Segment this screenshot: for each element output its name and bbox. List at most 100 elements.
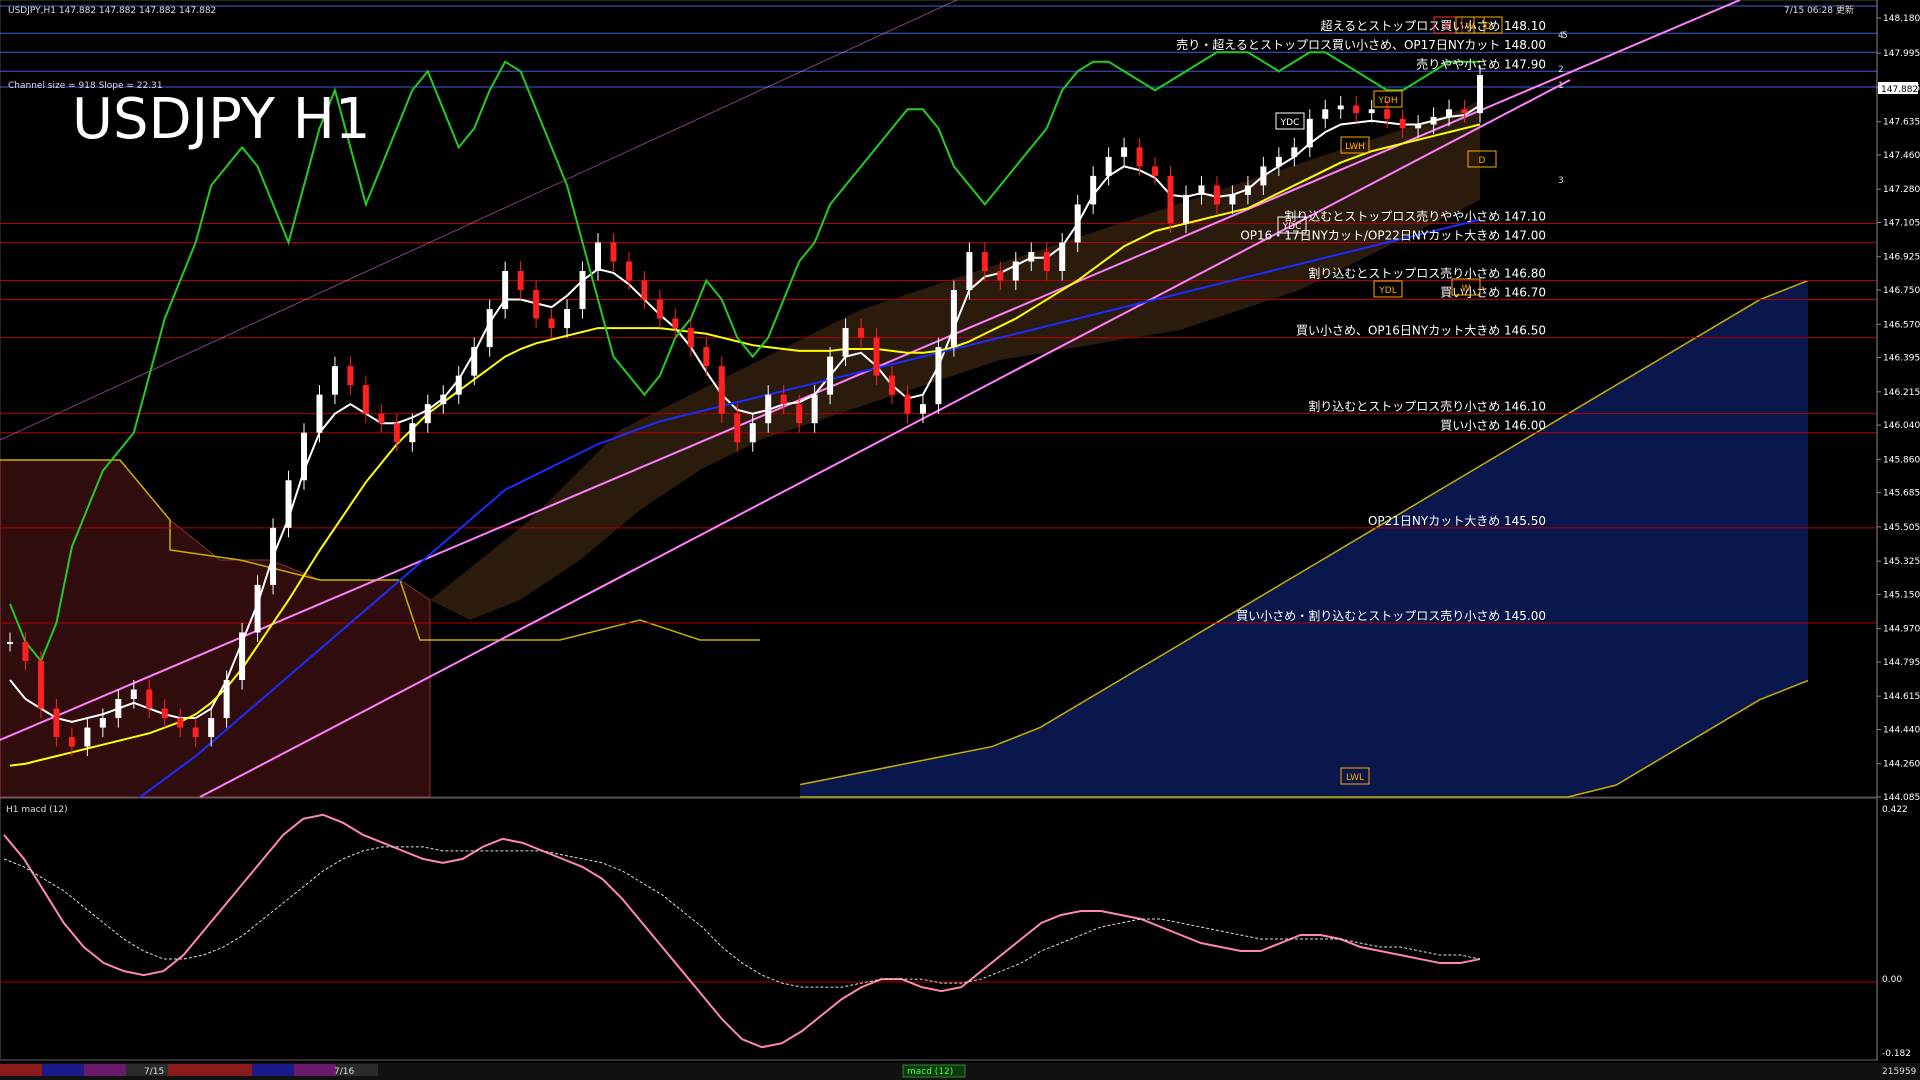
marker-label: D — [1485, 22, 1492, 32]
level-label: 売り・超えるとストップロス買い小さめ、OP17日NYカット 148.00 — [1176, 37, 1546, 52]
candle-body — [362, 385, 369, 414]
time-bar: 7/15 7/16 macd (12) 215959 — [0, 1063, 1920, 1080]
candle-body — [703, 347, 710, 367]
candle-body — [270, 527, 277, 585]
candle-body — [1477, 75, 1483, 114]
candle-body — [99, 718, 106, 728]
candle-body — [1198, 185, 1205, 195]
candle-body — [239, 632, 246, 681]
candle-body — [997, 271, 1004, 281]
candle-body — [347, 366, 354, 386]
candle-body — [796, 404, 803, 424]
marker-label: LWL — [1346, 773, 1364, 783]
candle-body — [533, 290, 540, 319]
candle-body — [935, 347, 942, 405]
level-label: 買い小さめ・割り込むとストップロス売り小さめ 145.00 — [1236, 608, 1546, 623]
candle-body — [424, 404, 431, 424]
level-label: 売りやや小さめ 147.90 — [1416, 56, 1546, 71]
candle-body — [393, 423, 400, 443]
candle-body — [486, 309, 493, 348]
marker-label: M — [1444, 22, 1452, 32]
marker-label: W — [1462, 284, 1471, 294]
chart-title: USDJPY H1 — [72, 87, 370, 152]
marker-label: W — [1466, 22, 1475, 32]
price-tick-label: 147.280 — [1883, 185, 1920, 195]
candle-body — [672, 318, 679, 329]
candle-body — [1430, 116, 1437, 125]
candle-body — [53, 708, 60, 738]
candle-body — [192, 727, 199, 738]
level-label: 超えるとストップロス買い小さめ 148.10 — [1321, 18, 1546, 33]
candle-body — [177, 718, 184, 728]
candle-body — [966, 251, 973, 291]
price-tick-label: 147.995 — [1883, 49, 1920, 59]
candle-body — [1183, 194, 1189, 224]
candle-body — [827, 356, 834, 395]
candle-body — [1244, 185, 1251, 195]
price-tick-label: 144.440 — [1883, 725, 1920, 735]
candle-body — [595, 242, 601, 272]
candle-body — [625, 261, 632, 281]
candle-body — [687, 328, 694, 348]
candle-body — [115, 699, 122, 719]
price-tick-label: 145.685 — [1883, 489, 1920, 499]
candle-body — [440, 394, 447, 405]
candle-body — [1152, 166, 1159, 176]
price-tick-label: 144.260 — [1883, 760, 1920, 770]
candle-body — [517, 271, 524, 291]
candle-body — [471, 347, 478, 376]
candle-body — [502, 271, 509, 310]
price-tick-label: 146.750 — [1883, 286, 1920, 296]
date-label-2: 7/16 — [334, 1067, 354, 1077]
bottom-right-value: 215959 — [1882, 1067, 1917, 1077]
macd-title: H1 macd (12) — [6, 805, 68, 815]
candle-body — [579, 271, 586, 310]
candle-body — [718, 366, 725, 414]
price-tick-label: 146.395 — [1883, 354, 1920, 364]
channel-label: 3 — [1558, 176, 1564, 186]
candle-body — [22, 641, 29, 661]
price-tick-label: 146.570 — [1883, 320, 1920, 330]
channel-label: 5 — [1562, 31, 1568, 41]
candle-body — [1090, 175, 1097, 205]
level-label: 割り込むとストップロス売り小さめ 146.80 — [1308, 266, 1546, 281]
price-tick-label: 148.180 — [1883, 14, 1920, 24]
candle-body — [1059, 242, 1066, 272]
level-label: 買い小さめ、OP16日NYカット大きめ 146.50 — [1296, 324, 1546, 338]
level-label: OP21日NYカット大きめ 145.50 — [1368, 514, 1546, 528]
candle-body — [1368, 109, 1375, 114]
candle-body — [656, 299, 663, 319]
candle-body — [749, 423, 756, 443]
candle-body — [316, 394, 323, 433]
candle-body — [1322, 109, 1329, 119]
candle-body — [1213, 185, 1220, 205]
price-tick-label: 145.860 — [1883, 455, 1920, 465]
candle-body — [1229, 194, 1236, 205]
candle-body — [1136, 147, 1143, 167]
candle-body — [223, 680, 230, 719]
marker-label: D — [1479, 156, 1486, 166]
candle-body — [1384, 109, 1391, 119]
candle-body — [641, 280, 648, 300]
price-tick-label: 144.085 — [1883, 793, 1920, 803]
candle-body — [610, 242, 617, 262]
marker-label: LWH — [1345, 142, 1365, 152]
price-tick-label: 145.325 — [1883, 557, 1920, 567]
price-tick-label: 146.925 — [1883, 253, 1920, 263]
candle-body — [1074, 204, 1081, 243]
candle-body — [161, 708, 168, 719]
candle-body — [1415, 124, 1422, 129]
candle-body — [1446, 109, 1453, 117]
candle-body — [1043, 251, 1050, 272]
marker-label: YDL — [1378, 286, 1396, 296]
candle-body — [858, 328, 865, 338]
date-label-1: 7/15 — [144, 1067, 164, 1077]
candle-body — [1461, 109, 1468, 114]
marker-label: YDC — [1282, 222, 1302, 232]
candle-body — [130, 689, 137, 700]
candle-body — [331, 366, 338, 395]
indicator-tag: macd (12) — [907, 1067, 953, 1077]
price-tick-label: 147.635 — [1883, 118, 1920, 128]
price-tick-label: 145.150 — [1883, 590, 1920, 600]
candle-body — [1353, 105, 1360, 114]
